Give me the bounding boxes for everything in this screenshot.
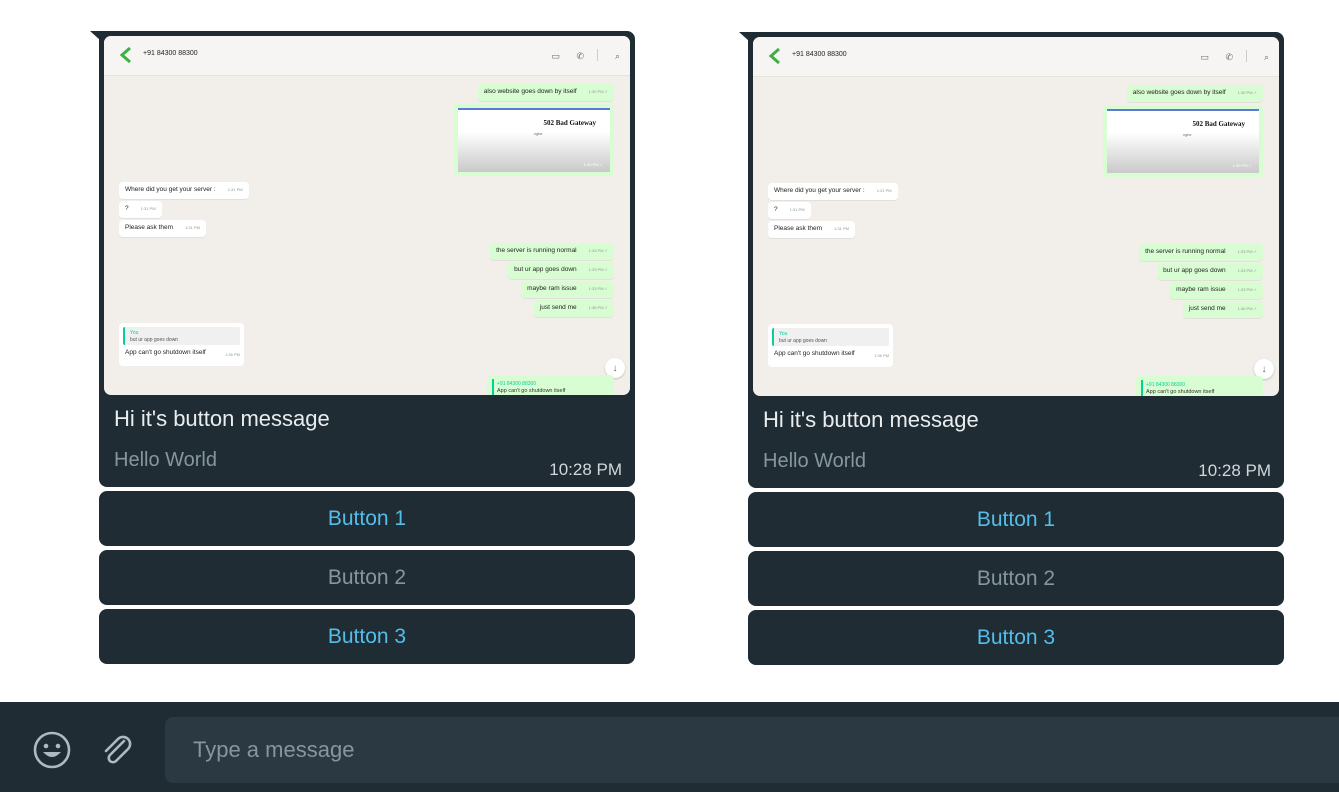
message-title: Hi it's button message (763, 407, 979, 432)
reply-button-3[interactable]: Button 3 (748, 610, 1284, 665)
message-subtitle: Hello World (763, 450, 866, 472)
message-title: Hi it's button message (114, 406, 330, 431)
screenshot-bubble: Where did you get your server :1:31 PM (119, 182, 249, 199)
video-call-icon: ▭ (551, 51, 560, 61)
screenshot-bubble: but ur app goes down 1:33 PM ✓ (1157, 263, 1263, 280)
screenshot-bubble: just send me 1:36 PM ✓ (1182, 301, 1263, 318)
screenshot-phone-number: +91 84300 88300 (792, 51, 847, 58)
logo-icon (768, 47, 780, 65)
screenshot-phone-number: +91 84300 88300 (143, 50, 198, 57)
screenshot-bubble: maybe ram issue 1:33 PM ✓ (1170, 282, 1263, 299)
screenshot-chat-header: +91 84300 88300 ▭ ✆ ⌕ (753, 37, 1279, 77)
message-timestamp: 10:28 PM (549, 460, 622, 479)
header-divider (1246, 50, 1247, 62)
header-divider (597, 49, 598, 61)
screenshot-bubble: Please ask them 1:31 PM (768, 221, 855, 238)
screenshot-forwarded-bubble: +91 84300 88300 App can't go shutdown it… (487, 375, 614, 395)
message-timestamp: 10:28 PM (1198, 461, 1271, 480)
reply-button-2[interactable]: Button 2 (748, 551, 1284, 606)
screenshot-bubble: ? 1:31 PM (119, 201, 162, 218)
message-bubble: +91 84300 88300 ▭ ✆ ⌕ also website goes … (99, 31, 635, 487)
reply-button-2[interactable]: Button 2 (99, 550, 635, 605)
logo-icon (119, 46, 131, 64)
chat-screenshot-image[interactable]: +91 84300 88300 ▭ ✆ ⌕ also website goes … (753, 37, 1279, 396)
message-composer-bar (0, 702, 1339, 792)
search-icon: ⌕ (1263, 52, 1269, 62)
chat-screenshot-image[interactable]: +91 84300 88300 ▭ ✆ ⌕ also website goes … (104, 36, 630, 395)
screenshot-bubble: ? 1:31 PM (768, 202, 811, 219)
emoji-icon[interactable] (32, 730, 72, 770)
reply-button-1[interactable]: Button 1 (99, 491, 635, 546)
screenshot-reply-bubble: You but ur app goes down App can't go sh… (119, 323, 244, 366)
phone-icon: ✆ (576, 51, 584, 61)
screenshot-forwarded-bubble: +91 84300 88300 App can't go shutdown it… (1136, 376, 1263, 396)
screenshot-bubble: the server is running normal 1:33 PM ✓ (490, 243, 614, 260)
screenshot-reply-bubble: You but ur app goes down App can't go sh… (768, 324, 893, 367)
message-bubble: +91 84300 88300 ▭ ✆ ⌕ also website goes … (748, 32, 1284, 488)
screenshot-image-bubble: 502 Bad Gateway nginx 1:30 PM ✓ (454, 104, 614, 176)
reply-button-3[interactable]: Button 3 (99, 609, 635, 664)
screenshot-bubble: maybe ram issue 1:33 PM ✓ (521, 281, 614, 298)
message-input[interactable] (165, 717, 1339, 783)
message-subtitle: Hello World (114, 449, 217, 471)
video-call-icon: ▭ (1200, 52, 1209, 62)
phone-icon: ✆ (1225, 52, 1233, 62)
screenshot-bubble: Please ask them 1:31 PM (119, 220, 206, 237)
screenshot-bubble: the server is running normal 1:33 PM ✓ (1139, 244, 1263, 261)
screenshot-chat-header: +91 84300 88300 ▭ ✆ ⌕ (104, 36, 630, 76)
screenshot-bubble: also website goes down by itself 1:30 PM … (477, 84, 614, 101)
reply-button-1[interactable]: Button 1 (748, 492, 1284, 547)
screenshot-bubble: Where did you get your server :1:31 PM (768, 183, 898, 200)
screenshot-bubble: just send me 1:36 PM ✓ (533, 300, 614, 317)
search-icon: ⌕ (614, 51, 620, 61)
screenshot-image-bubble: 502 Bad Gateway nginx 1:30 PM ✓ (1103, 105, 1263, 177)
paperclip-icon[interactable] (97, 730, 137, 770)
screenshot-bubble: also website goes down by itself 1:30 PM … (1126, 85, 1263, 102)
screenshot-bubble: but ur app goes down 1:33 PM ✓ (508, 262, 614, 279)
